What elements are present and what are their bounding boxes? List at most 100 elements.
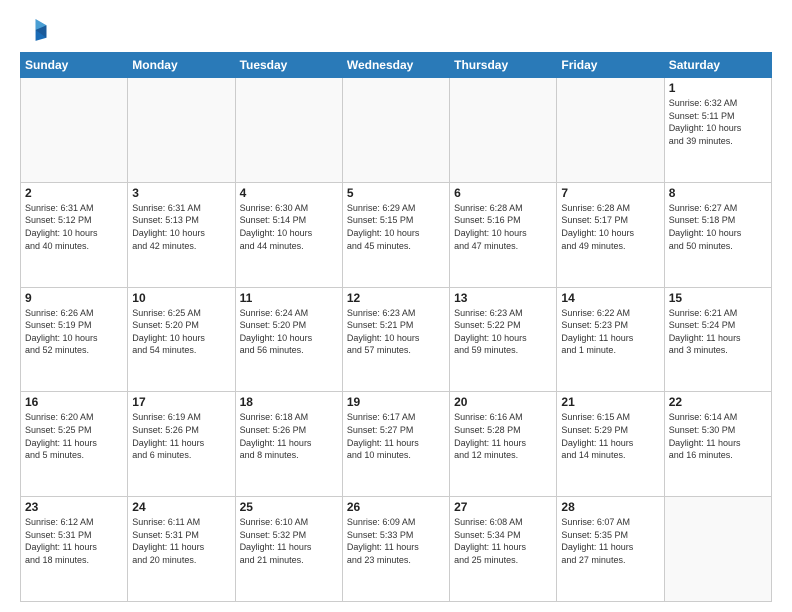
calendar-cell-w3-d5: 21 Sunrise: 6:15 AM Sunset: 5:29 PM Dayli… — [557, 392, 664, 497]
col-header-sunday: Sunday — [21, 53, 128, 78]
day-number: 23 — [25, 500, 123, 514]
calendar-cell-w0-d1 — [128, 78, 235, 183]
day-info: Sunrise: 6:24 AM Sunset: 5:20 PM Dayligh… — [240, 307, 338, 357]
calendar-cell-w1-d0: 2 Sunrise: 6:31 AM Sunset: 5:12 PM Daylig… — [21, 182, 128, 287]
header — [20, 16, 772, 44]
day-info: Sunrise: 6:21 AM Sunset: 5:24 PM Dayligh… — [669, 307, 767, 357]
calendar-cell-w3-d6: 22 Sunrise: 6:14 AM Sunset: 5:30 PM Dayli… — [664, 392, 771, 497]
calendar-cell-w1-d5: 7 Sunrise: 6:28 AM Sunset: 5:17 PM Daylig… — [557, 182, 664, 287]
day-info: Sunrise: 6:30 AM Sunset: 5:14 PM Dayligh… — [240, 202, 338, 252]
day-number: 9 — [25, 291, 123, 305]
day-number: 7 — [561, 186, 659, 200]
col-header-monday: Monday — [128, 53, 235, 78]
day-number: 4 — [240, 186, 338, 200]
logo — [20, 16, 52, 44]
day-number: 3 — [132, 186, 230, 200]
calendar-cell-w0-d6: 1 Sunrise: 6:32 AM Sunset: 5:11 PM Daylig… — [664, 78, 771, 183]
day-info: Sunrise: 6:18 AM Sunset: 5:26 PM Dayligh… — [240, 411, 338, 461]
calendar-cell-w2-d6: 15 Sunrise: 6:21 AM Sunset: 5:24 PM Dayli… — [664, 287, 771, 392]
calendar-cell-w0-d5 — [557, 78, 664, 183]
calendar-week-3: 16Sunrise: 6:20 AM Sunset: 5:25 PM Dayli… — [21, 392, 772, 497]
calendar-cell-w2-d2: 11 Sunrise: 6:24 AM Sunset: 5:20 PM Dayli… — [235, 287, 342, 392]
day-number: 12 — [347, 291, 445, 305]
col-header-wednesday: Wednesday — [342, 53, 449, 78]
day-info: Sunrise: 6:23 AM Sunset: 5:22 PM Dayligh… — [454, 307, 552, 357]
calendar-cell-w1-d1: 3 Sunrise: 6:31 AM Sunset: 5:13 PM Daylig… — [128, 182, 235, 287]
day-info: Sunrise: 6:27 AM Sunset: 5:18 PM Dayligh… — [669, 202, 767, 252]
calendar-week-0: 1 Sunrise: 6:32 AM Sunset: 5:11 PM Daylig… — [21, 78, 772, 183]
calendar-cell-w4-d2: 25Sunrise: 6:10 AM Sunset: 5:32 PM Dayli… — [235, 497, 342, 602]
calendar-header-row: SundayMondayTuesdayWednesdayThursdayFrid… — [21, 53, 772, 78]
day-number: 5 — [347, 186, 445, 200]
day-number: 15 — [669, 291, 767, 305]
day-info: Sunrise: 6:28 AM Sunset: 5:17 PM Dayligh… — [561, 202, 659, 252]
calendar-cell-w3-d2: 18 Sunrise: 6:18 AM Sunset: 5:26 PM Dayli… — [235, 392, 342, 497]
day-info: Sunrise: 6:22 AM Sunset: 5:23 PM Dayligh… — [561, 307, 659, 357]
calendar-cell-w4-d1: 24 Sunrise: 6:11 AM Sunset: 5:31 PM Dayli… — [128, 497, 235, 602]
day-info: Sunrise: 6:10 AM Sunset: 5:32 PM Dayligh… — [240, 516, 338, 566]
calendar-week-2: 9 Sunrise: 6:26 AM Sunset: 5:19 PM Daylig… — [21, 287, 772, 392]
calendar-week-1: 2 Sunrise: 6:31 AM Sunset: 5:12 PM Daylig… — [21, 182, 772, 287]
day-number: 10 — [132, 291, 230, 305]
calendar-cell-w4-d0: 23 Sunrise: 6:12 AM Sunset: 5:31 PM Dayli… — [21, 497, 128, 602]
day-number: 16 — [25, 395, 123, 409]
calendar-cell-w4-d6 — [664, 497, 771, 602]
calendar-cell-w2-d1: 10 Sunrise: 6:25 AM Sunset: 5:20 PM Dayli… — [128, 287, 235, 392]
day-number: 27 — [454, 500, 552, 514]
col-header-tuesday: Tuesday — [235, 53, 342, 78]
day-number: 28 — [561, 500, 659, 514]
calendar-cell-w1-d6: 8 Sunrise: 6:27 AM Sunset: 5:18 PM Daylig… — [664, 182, 771, 287]
day-info: Sunrise: 6:11 AM Sunset: 5:31 PM Dayligh… — [132, 516, 230, 566]
day-info: Sunrise: 6:07 AM Sunset: 5:35 PM Dayligh… — [561, 516, 659, 566]
calendar-cell-w4-d4: 27 Sunrise: 6:08 AM Sunset: 5:34 PM Dayli… — [450, 497, 557, 602]
calendar-cell-w3-d4: 20Sunrise: 6:16 AM Sunset: 5:28 PM Dayli… — [450, 392, 557, 497]
day-number: 14 — [561, 291, 659, 305]
calendar-cell-w1-d3: 5Sunrise: 6:29 AM Sunset: 5:15 PM Daylig… — [342, 182, 449, 287]
calendar-cell-w0-d0 — [21, 78, 128, 183]
day-info: Sunrise: 6:17 AM Sunset: 5:27 PM Dayligh… — [347, 411, 445, 461]
calendar-cell-w3-d0: 16Sunrise: 6:20 AM Sunset: 5:25 PM Dayli… — [21, 392, 128, 497]
day-number: 22 — [669, 395, 767, 409]
day-number: 17 — [132, 395, 230, 409]
day-number: 11 — [240, 291, 338, 305]
day-info: Sunrise: 6:25 AM Sunset: 5:20 PM Dayligh… — [132, 307, 230, 357]
calendar-cell-w2-d5: 14 Sunrise: 6:22 AM Sunset: 5:23 PM Dayli… — [557, 287, 664, 392]
day-number: 1 — [669, 81, 767, 95]
day-info: Sunrise: 6:14 AM Sunset: 5:30 PM Dayligh… — [669, 411, 767, 461]
day-info: Sunrise: 6:26 AM Sunset: 5:19 PM Dayligh… — [25, 307, 123, 357]
day-number: 21 — [561, 395, 659, 409]
day-info: Sunrise: 6:32 AM Sunset: 5:11 PM Dayligh… — [669, 97, 767, 147]
day-info: Sunrise: 6:12 AM Sunset: 5:31 PM Dayligh… — [25, 516, 123, 566]
day-number: 8 — [669, 186, 767, 200]
col-header-friday: Friday — [557, 53, 664, 78]
day-info: Sunrise: 6:28 AM Sunset: 5:16 PM Dayligh… — [454, 202, 552, 252]
day-info: Sunrise: 6:08 AM Sunset: 5:34 PM Dayligh… — [454, 516, 552, 566]
col-header-thursday: Thursday — [450, 53, 557, 78]
day-number: 24 — [132, 500, 230, 514]
calendar-cell-w0-d4 — [450, 78, 557, 183]
calendar-week-4: 23 Sunrise: 6:12 AM Sunset: 5:31 PM Dayli… — [21, 497, 772, 602]
day-number: 2 — [25, 186, 123, 200]
day-info: Sunrise: 6:09 AM Sunset: 5:33 PM Dayligh… — [347, 516, 445, 566]
day-number: 18 — [240, 395, 338, 409]
day-info: Sunrise: 6:31 AM Sunset: 5:12 PM Dayligh… — [25, 202, 123, 252]
calendar-cell-w1-d2: 4 Sunrise: 6:30 AM Sunset: 5:14 PM Daylig… — [235, 182, 342, 287]
day-info: Sunrise: 6:16 AM Sunset: 5:28 PM Dayligh… — [454, 411, 552, 461]
calendar-cell-w4-d3: 26 Sunrise: 6:09 AM Sunset: 5:33 PM Dayli… — [342, 497, 449, 602]
calendar-cell-w2-d0: 9 Sunrise: 6:26 AM Sunset: 5:19 PM Daylig… — [21, 287, 128, 392]
day-info: Sunrise: 6:15 AM Sunset: 5:29 PM Dayligh… — [561, 411, 659, 461]
calendar-cell-w0-d2 — [235, 78, 342, 183]
calendar-cell-w3-d1: 17Sunrise: 6:19 AM Sunset: 5:26 PM Dayli… — [128, 392, 235, 497]
col-header-saturday: Saturday — [664, 53, 771, 78]
logo-icon — [20, 16, 48, 44]
day-number: 13 — [454, 291, 552, 305]
page: SundayMondayTuesdayWednesdayThursdayFrid… — [0, 0, 792, 612]
day-info: Sunrise: 6:31 AM Sunset: 5:13 PM Dayligh… — [132, 202, 230, 252]
calendar: SundayMondayTuesdayWednesdayThursdayFrid… — [20, 52, 772, 602]
calendar-cell-w0-d3 — [342, 78, 449, 183]
calendar-cell-w2-d3: 12Sunrise: 6:23 AM Sunset: 5:21 PM Dayli… — [342, 287, 449, 392]
calendar-cell-w1-d4: 6Sunrise: 6:28 AM Sunset: 5:16 PM Daylig… — [450, 182, 557, 287]
calendar-cell-w3-d3: 19 Sunrise: 6:17 AM Sunset: 5:27 PM Dayli… — [342, 392, 449, 497]
day-number: 19 — [347, 395, 445, 409]
day-number: 26 — [347, 500, 445, 514]
